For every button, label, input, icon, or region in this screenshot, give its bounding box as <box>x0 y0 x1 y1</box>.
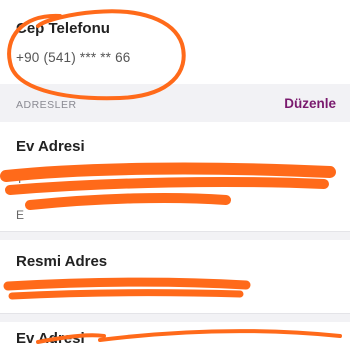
card-divider <box>0 232 350 240</box>
address-title: Ev Adresi <box>16 138 85 155</box>
phone-label: Cep Telefonu <box>16 20 110 37</box>
edit-addresses-button[interactable]: Düzenle <box>284 96 336 111</box>
address-line-1: T <box>16 172 24 186</box>
address-card-home-2[interactable]: Ev Adresi <box>0 322 350 350</box>
card-divider <box>0 314 350 322</box>
addresses-section-title: ADRESLER <box>16 99 77 111</box>
phone-section: Cep Telefonu +90 (541) *** ** 66 <box>0 0 350 82</box>
address-card-home[interactable]: Ev Adresi T E <box>0 122 350 232</box>
address-line-3: E <box>16 208 25 222</box>
address-title: Ev Adresi <box>16 330 85 347</box>
address-card-official[interactable]: Resmi Adres <box>0 240 350 314</box>
phone-number: +90 (541) *** ** 66 <box>16 50 131 65</box>
addresses-header: ADRESLER Düzenle <box>0 84 350 122</box>
address-title: Resmi Adres <box>16 253 108 270</box>
